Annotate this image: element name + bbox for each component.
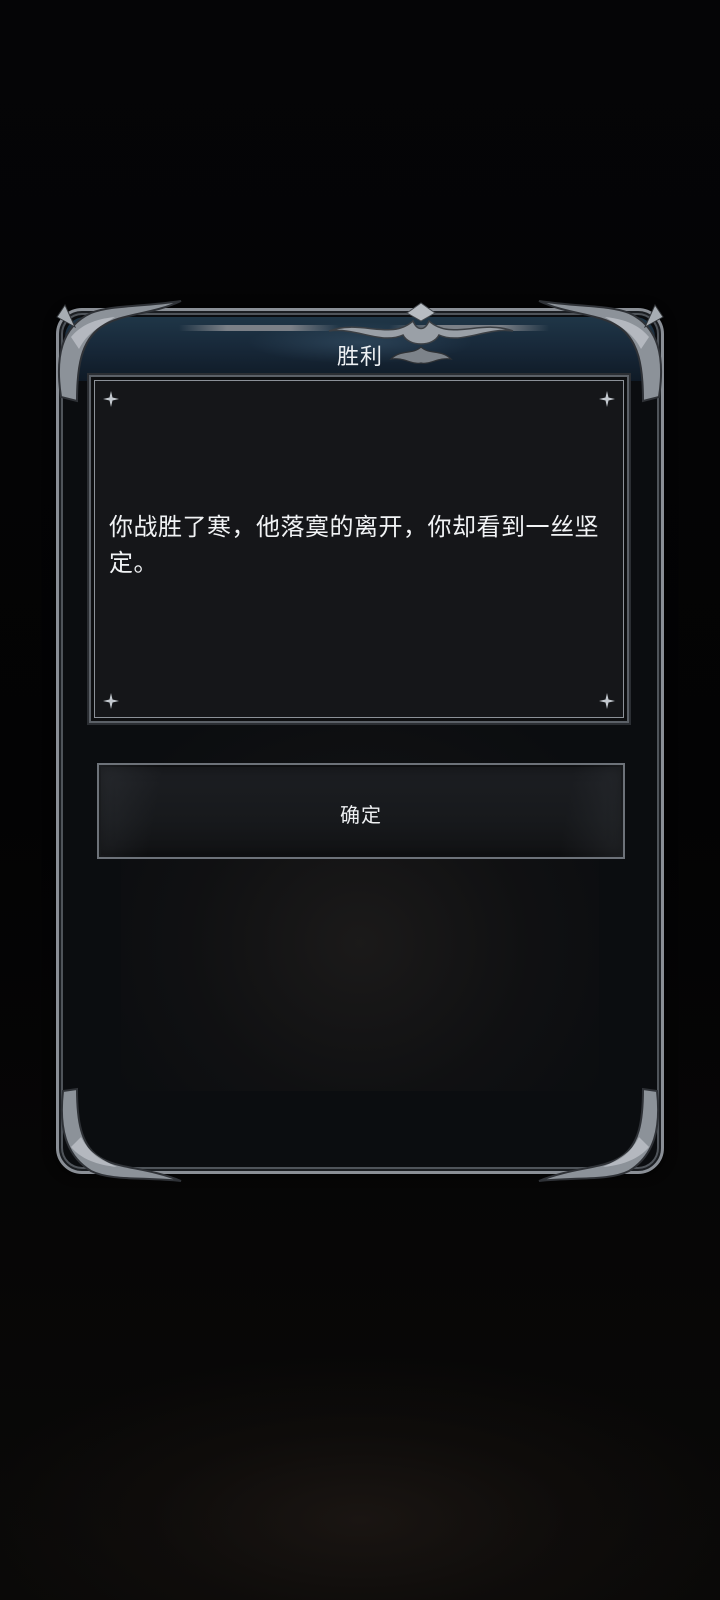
- victory-dialog: 胜利 你战胜了寒，他落寞的离开，你却看到一丝坚定。 确定: [56, 300, 664, 1182]
- ornate-corner-bottom-left-icon: [60, 1087, 182, 1182]
- silver-crest-icon: [328, 302, 514, 364]
- ornate-corner-bottom-right-icon: [538, 1087, 660, 1182]
- message-text: 你战胜了寒，他落寞的离开，你却看到一丝坚定。: [109, 513, 599, 577]
- ornate-corner-top-left-icon: [56, 300, 182, 403]
- confirm-button[interactable]: 确定: [97, 763, 625, 859]
- four-point-star-icon: [599, 693, 615, 709]
- ornate-corner-top-right-icon: [538, 300, 664, 403]
- four-point-star-icon: [103, 693, 119, 709]
- message-panel: 你战胜了寒，他落寞的离开，你却看到一丝坚定。: [89, 375, 629, 723]
- frame-edge-left: [179, 325, 339, 331]
- confirm-button-label: 确定: [340, 803, 382, 827]
